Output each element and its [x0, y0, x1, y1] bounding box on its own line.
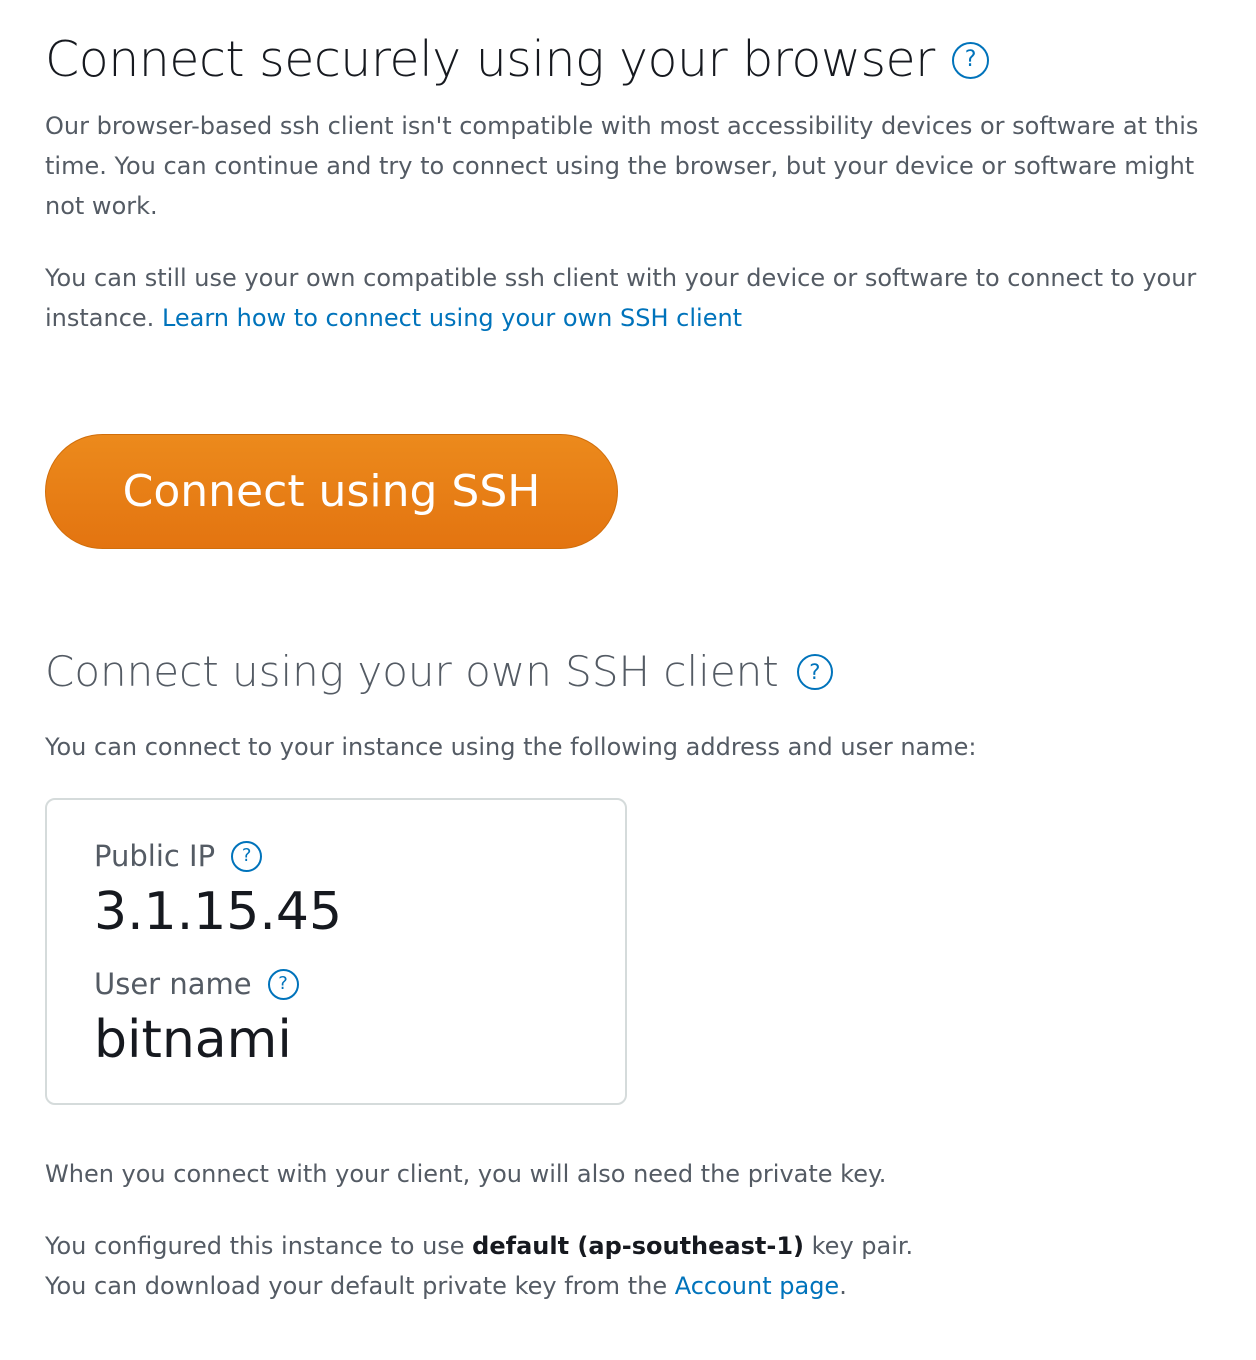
browser-section-title: Connect securely using your browser ?	[45, 28, 989, 92]
key-pair-info: You configured this instance to use defa…	[45, 1226, 913, 1306]
question-circle-icon[interactable]: ?	[231, 840, 263, 872]
public-ip-label: Public IP ?	[94, 838, 263, 874]
key-pair-prefix: You configured this instance to use	[45, 1232, 473, 1260]
key-pair-name: default (ap-southeast-1)	[472, 1232, 804, 1260]
browser-section-title-text: Connect securely using your browser	[45, 31, 935, 88]
connection-intro: You can connect to your instance using t…	[45, 733, 977, 761]
user-name-label-text: User name	[94, 967, 252, 1001]
connect-using-ssh-button[interactable]: Connect using SSH	[45, 434, 618, 549]
own-client-section-title: Connect using your own SSH client ?	[45, 642, 833, 702]
question-circle-icon[interactable]: ?	[796, 654, 833, 690]
private-key-note: When you connect with your client, you w…	[45, 1160, 887, 1188]
key-pair-suffix: key pair.	[804, 1232, 914, 1260]
user-name-value: bitnami	[94, 1010, 292, 1070]
download-suffix: .	[839, 1272, 847, 1300]
question-circle-icon[interactable]: ?	[951, 41, 989, 79]
download-prefix: You can download your default private ke…	[45, 1272, 675, 1300]
public-ip-label-text: Public IP	[94, 839, 216, 873]
learn-ssh-client-link[interactable]: Learn how to connect using your own SSH …	[162, 304, 742, 332]
user-name-label: User name ?	[94, 966, 299, 1002]
account-page-link[interactable]: Account page	[675, 1272, 839, 1300]
own-client-section-title-text: Connect using your own SSH client	[45, 647, 779, 696]
public-ip-value: 3.1.15.45	[94, 882, 343, 942]
question-circle-icon[interactable]: ?	[267, 968, 299, 1000]
browser-compatibility-note: Our browser-based ssh client isn't compa…	[45, 112, 1199, 220]
own-client-note: You can still use your own compatible ss…	[45, 258, 1235, 338]
